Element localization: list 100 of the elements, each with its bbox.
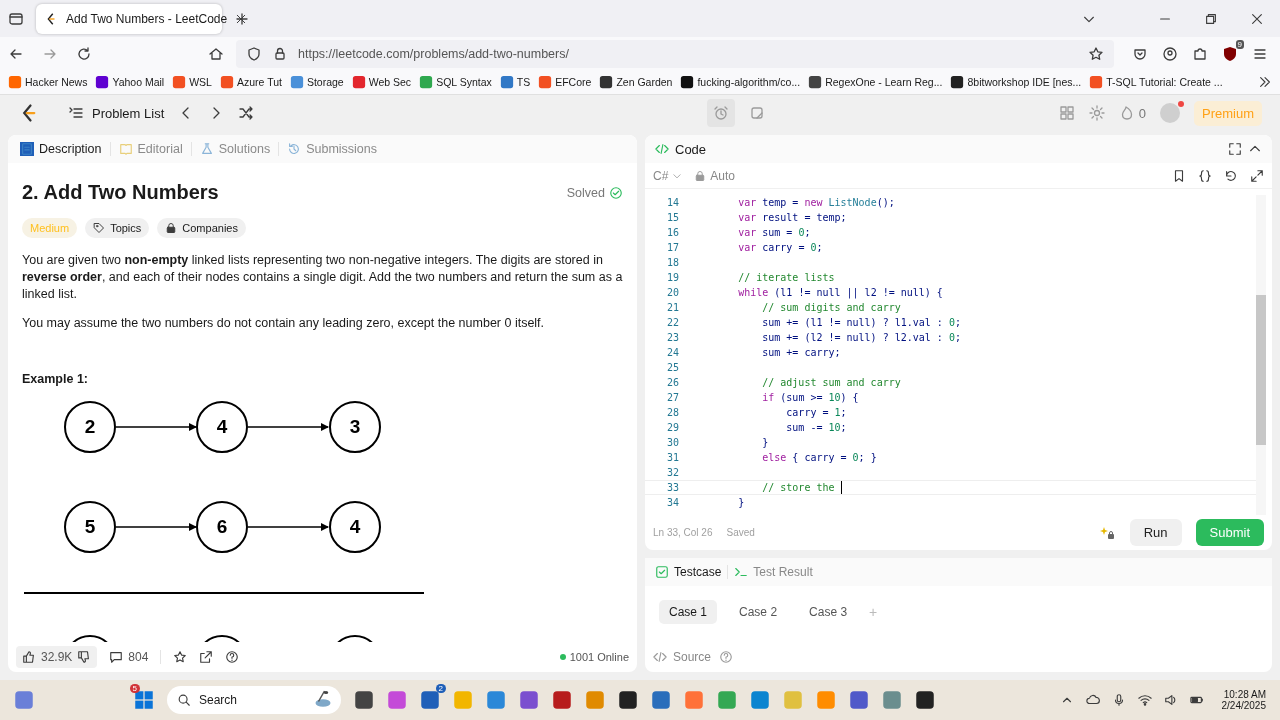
source-button[interactable]: Source (653, 650, 712, 664)
list-icon (68, 105, 84, 121)
panel-tab[interactable]: Test Result (734, 565, 813, 579)
code-line[interactable]: } (690, 497, 745, 508)
bookmark-icon[interactable] (95, 75, 110, 89)
bookmark-item[interactable]: Azure Tut (219, 75, 282, 89)
problem-title: 2. Add Two Numbers (22, 181, 219, 204)
code-line[interactable]: // iterate lists (690, 272, 835, 283)
code-line[interactable]: } (690, 437, 769, 448)
case-tab[interactable]: Case 3 (799, 600, 858, 624)
volume-icon[interactable] (1163, 693, 1178, 707)
code-line[interactable]: else { carry = 0; } (690, 452, 877, 463)
bookmark-item[interactable]: SQL Syntax (419, 75, 492, 89)
code-line[interactable]: carry = 1; (690, 407, 847, 418)
thumbs-down-icon[interactable] (77, 650, 92, 664)
problem-list-button[interactable]: Problem List (68, 105, 165, 121)
case-tab[interactable]: Case 1 (659, 600, 718, 624)
solved-label: Solved (566, 185, 605, 200)
bookmark-item[interactable]: Hacker News (8, 75, 88, 89)
widgets-icon[interactable] (14, 690, 34, 710)
tab-list-icon[interactable] (8, 10, 24, 27)
notification-badge: 2 (435, 684, 446, 693)
panel-title: Code (675, 141, 707, 157)
app-icon[interactable] (618, 690, 638, 710)
app-icon[interactable] (915, 690, 935, 710)
code-line[interactable]: while (l1 != null || l2 != null) { (690, 287, 943, 298)
streak-counter[interactable]: 0 (1118, 105, 1146, 121)
code-line[interactable]: // sum digits and carry (690, 302, 901, 313)
problem-text: You are given two non-empty linked lists representing two non-negative integers. The digits are stored in reverse order, and each of their nodes contains a single digit. Add the two numbers and return the sum as a linked list. (22, 252, 623, 303)
app-icon[interactable] (354, 690, 374, 710)
clock-time[interactable]: 10:28 AM (1223, 689, 1266, 700)
code-line[interactable]: sum += carry; (690, 347, 841, 358)
bookmark-icon[interactable] (680, 75, 695, 89)
bookmark-item[interactable]: Web Sec (351, 75, 412, 89)
bookmark-item[interactable]: Zen Garden (599, 75, 673, 89)
bookmark-item[interactable]: EFCore (538, 75, 592, 89)
lock-icon[interactable] (272, 45, 288, 62)
bookmark-icon[interactable] (808, 75, 823, 89)
run-button[interactable]: Run (1129, 519, 1182, 546)
panel-tab[interactable]: Description (20, 142, 102, 156)
comments-button[interactable]: 804 (109, 650, 149, 664)
bookmark-item[interactable]: T-SQL Tutorial: Create ... (1089, 75, 1223, 89)
bookmark-item[interactable]: Yahoo Mail (95, 75, 165, 89)
bookmark-icon[interactable] (599, 75, 614, 89)
notification-dot (1178, 101, 1184, 107)
close-icon[interactable] (1250, 11, 1264, 26)
like-button[interactable]: 32.9K (16, 646, 98, 668)
topics-tag[interactable]: Topics (85, 218, 150, 238)
tab-title: Add Two Numbers - LeetCode (66, 11, 228, 26)
shuffle-icon[interactable] (238, 105, 255, 121)
case-tab[interactable]: Case 2 (729, 600, 788, 624)
bookmark-item[interactable]: Storage (289, 75, 344, 89)
shield-extension-icon[interactable] (1222, 45, 1238, 62)
shield-icon[interactable] (246, 45, 262, 62)
search-field[interactable]: Search (167, 686, 341, 714)
wifi-icon[interactable] (1137, 693, 1152, 707)
language-dropdown[interactable]: C# (653, 168, 683, 183)
account-icon[interactable] (1162, 45, 1178, 62)
line-number: 14 (665, 197, 679, 208)
line-number: 28 (665, 407, 679, 418)
bookmark-star-icon[interactable] (1088, 45, 1104, 62)
windows-start-icon[interactable] (134, 690, 154, 710)
code-line[interactable]: var carry = 0; (690, 242, 823, 253)
help-icon[interactable] (225, 650, 240, 664)
expand-icon[interactable] (1250, 168, 1264, 183)
code-line[interactable]: // adjust sum and carry (690, 377, 901, 388)
code-line[interactable]: if (sum >= 10) { (690, 392, 859, 403)
bookmark-item[interactable]: RegexOne - Learn Reg... (808, 75, 943, 89)
star-icon[interactable] (173, 650, 188, 664)
panel-tab[interactable]: Testcase (655, 565, 722, 579)
code-line[interactable]: var temp = new ListNode(); (690, 197, 895, 208)
share-icon[interactable] (199, 650, 214, 664)
extensions-icon[interactable] (1192, 45, 1208, 62)
bookmark-item[interactable]: fucking-algorithm/co... (680, 75, 801, 89)
companies-tag[interactable]: Companies (157, 218, 246, 238)
code-line[interactable]: sum -= 10; (690, 422, 847, 433)
bookmark-item[interactable]: WSL (172, 75, 212, 89)
bookmark-icon[interactable] (1172, 168, 1186, 183)
code-line[interactable]: var sum = 0; (690, 227, 811, 238)
scrollbar-thumb[interactable] (1256, 295, 1266, 445)
address-bar[interactable]: https://leetcode.com/problems/add-two-numbers/ (236, 39, 1114, 68)
reset-icon[interactable] (1224, 168, 1238, 183)
search-icon (177, 693, 191, 707)
code-line[interactable]: // store the (690, 482, 841, 493)
fullscreen-icon[interactable] (1228, 142, 1242, 156)
code-line[interactable]: var result = temp; (690, 212, 847, 223)
bookmark-icon[interactable] (950, 75, 965, 89)
restore-icon[interactable] (1204, 11, 1218, 26)
reload-icon[interactable] (76, 45, 92, 62)
code-line[interactable]: sum += (l1 != null) ? l1.val : 0; (690, 317, 961, 328)
line-number: 19 (665, 272, 679, 283)
cloud-icon[interactable] (1085, 693, 1100, 707)
text-cursor (840, 481, 842, 494)
bookmark-item[interactable]: 8bitworkshop IDE [nes... (950, 75, 1082, 89)
notification-badge: 5 (129, 684, 140, 693)
code-line[interactable]: sum += (l2 != null) ? l2.val : 0; (690, 332, 961, 343)
clock-date[interactable]: 2/24/2025 (1221, 700, 1266, 711)
format-icon[interactable] (1198, 168, 1212, 183)
more-bookmarks-icon[interactable] (1258, 75, 1272, 89)
bookmark-item[interactable]: TS (499, 75, 531, 89)
